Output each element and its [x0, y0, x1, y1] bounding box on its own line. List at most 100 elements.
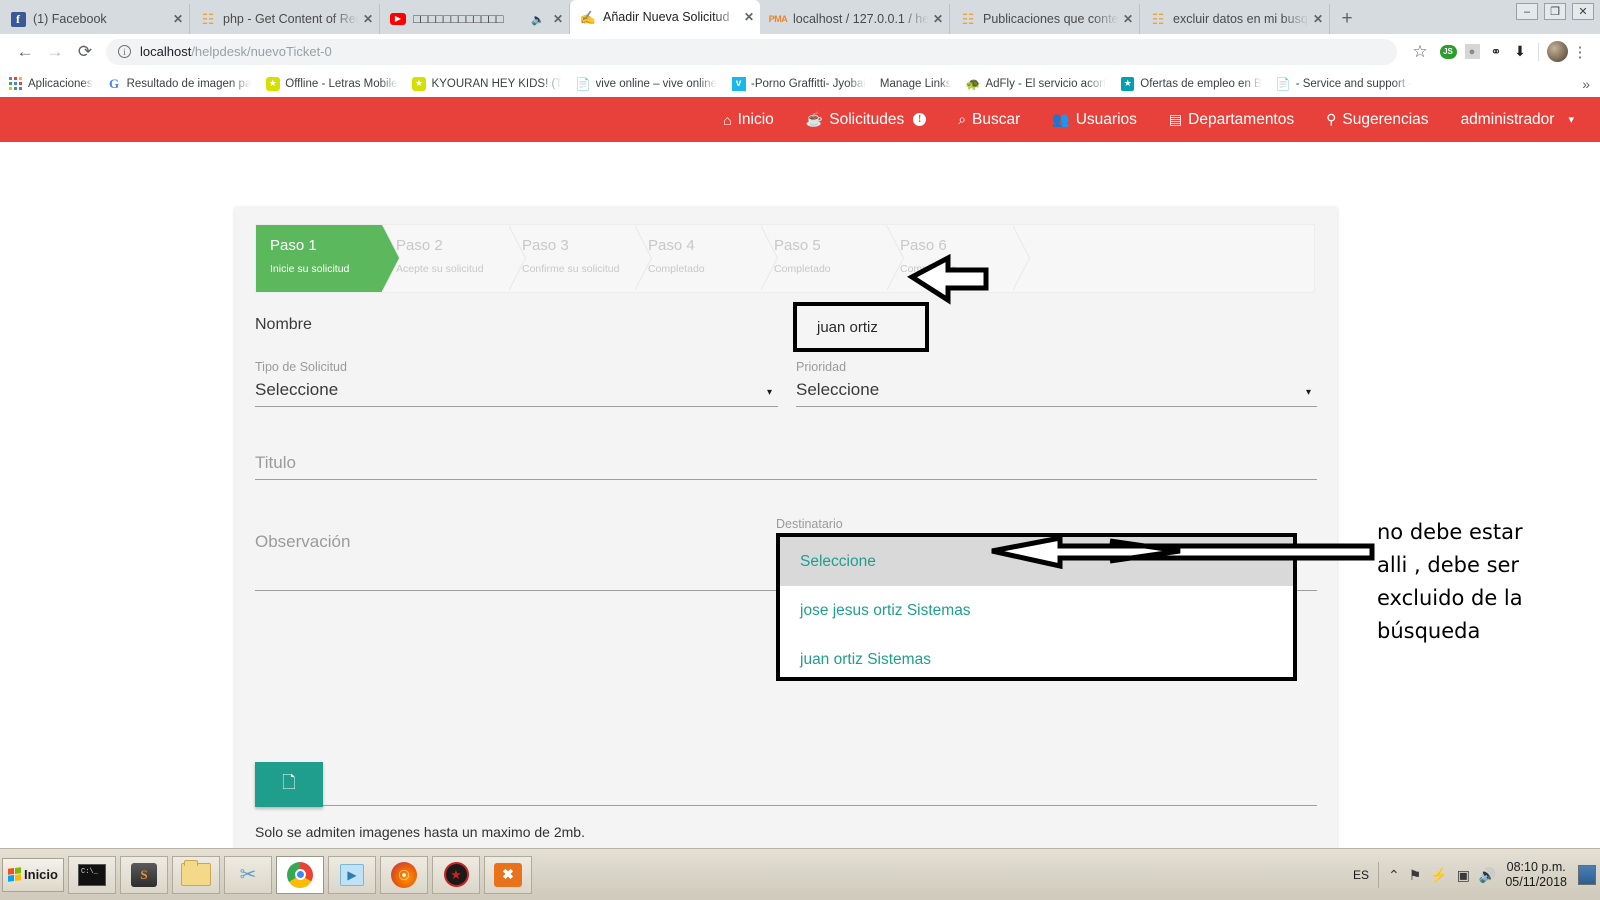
- site-info-icon[interactable]: i: [118, 45, 131, 58]
- dropdown-option-juan-ortiz[interactable]: juan ortiz Sistemas: [780, 635, 1293, 684]
- close-icon[interactable]: ✕: [933, 12, 943, 26]
- step-6[interactable]: Paso 6 Completado: [886, 225, 1030, 292]
- bookmark-star-icon[interactable]: ☆: [1405, 38, 1435, 66]
- shield-icon: ★: [443, 862, 469, 887]
- bookmark-item[interactable]: v -Porno Graffitti- Jyobai: [731, 76, 866, 91]
- browser-tab[interactable]: ▶ □□□□□□□□□□□□ 🔈 ✕: [380, 4, 570, 34]
- step-3[interactable]: Paso 3 Confirme su solicitud: [508, 225, 652, 292]
- google-icon: G: [109, 76, 120, 91]
- browser-tab[interactable]: ☷ excluir datos en mi busqueda ✕: [1140, 4, 1330, 34]
- step-title: Paso 6: [900, 237, 947, 254]
- forward-icon[interactable]: →: [40, 38, 70, 66]
- nombre-input[interactable]: juan ortiz: [793, 302, 929, 352]
- volume-icon[interactable]: 🔊: [1479, 867, 1496, 884]
- reload-icon[interactable]: ⟳: [70, 38, 100, 66]
- browser-tab[interactable]: f (1) Facebook ✕: [0, 4, 190, 34]
- nav-item-departamentos[interactable]: ▤ Departamentos: [1153, 97, 1310, 142]
- adfly-icon: 🐢: [965, 76, 981, 91]
- close-window-button[interactable]: ✕: [1572, 3, 1594, 20]
- nav-item-sugerencias[interactable]: ⚲ Sugerencias: [1310, 97, 1444, 142]
- bookmark-item[interactable]: 🐢 AdFly - El servicio acort: [965, 76, 1106, 91]
- molecule-extension-icon[interactable]: ⚭: [1485, 41, 1507, 63]
- close-icon[interactable]: ✕: [363, 12, 373, 26]
- browser-tab[interactable]: ☷ Publicaciones que contengan ✕: [950, 4, 1140, 34]
- taskbar-item-file-explorer[interactable]: [172, 855, 220, 894]
- nav-label: Inicio: [737, 110, 774, 128]
- browser-tab-active[interactable]: ✍ Añadir Nueva Solicitud ✕: [570, 0, 760, 34]
- address-bar[interactable]: i localhost/helpdesk/nuevoTicket-0: [106, 38, 1397, 65]
- lightbulb-icon: ⚲: [1326, 111, 1337, 127]
- step-2[interactable]: Paso 2 Acepte su solicitud: [382, 225, 526, 292]
- close-icon[interactable]: ✕: [1313, 12, 1323, 26]
- step-4[interactable]: Paso 4 Completado: [634, 225, 778, 292]
- close-icon[interactable]: ✕: [173, 12, 183, 26]
- prioridad-select[interactable]: Prioridad Seleccione ▾: [796, 360, 1317, 407]
- plug-icon[interactable]: ⚡: [1430, 867, 1447, 884]
- language-indicator[interactable]: ES: [1353, 868, 1369, 882]
- ticket-form-card: Paso 1 Inicie su solicitud Paso 2 Acepte…: [235, 207, 1337, 848]
- bookmark-label: Offline - Letras Mobile: [285, 77, 398, 90]
- new-tab-button[interactable]: +: [1330, 4, 1364, 34]
- mute-icon[interactable]: 🔈: [531, 13, 545, 26]
- bookmark-item[interactable]: 📄 vive online – vive online: [576, 76, 717, 91]
- start-button[interactable]: Inicio: [2, 857, 64, 892]
- dropdown-option-jose-jesus-ortiz[interactable]: jose jesus ortiz Sistemas: [780, 586, 1293, 635]
- step-5[interactable]: Paso 5 Completado: [760, 225, 904, 292]
- step-title: Paso 5: [774, 237, 821, 254]
- url-path: /helpdesk/nuevoTicket-0: [191, 44, 332, 59]
- bookmark-item[interactable]: ★ KYOURAN HEY KIDS! (T: [412, 76, 562, 91]
- bookmark-item[interactable]: Manage Links: [880, 78, 952, 90]
- chrome-menu-icon[interactable]: ⋮: [1570, 43, 1590, 61]
- taskbar-item-media-player[interactable]: ▶: [328, 855, 376, 894]
- prioridad-value: Seleccione: [796, 380, 880, 399]
- bookmark-item[interactable]: Aplicaciones: [8, 76, 93, 91]
- taskbar-item-xampp[interactable]: ✖: [484, 855, 532, 894]
- taskbar-item-snipping-tool[interactable]: ✂: [224, 855, 272, 894]
- file-upload-button[interactable]: 🗋: [255, 762, 323, 807]
- flag-icon[interactable]: ⚑: [1409, 867, 1422, 884]
- show-desktop-button[interactable]: [1578, 865, 1596, 885]
- nav-item-solicitudes[interactable]: ☕ Solicitudes !: [790, 97, 942, 142]
- dropdown-option-seleccione[interactable]: Seleccione: [780, 537, 1293, 586]
- back-icon[interactable]: ←: [10, 38, 40, 66]
- minimize-button[interactable]: –: [1516, 3, 1538, 20]
- taskbar-item-google-chrome[interactable]: [276, 855, 324, 894]
- nav-item-usuarios[interactable]: 👥 Usuarios: [1036, 97, 1153, 142]
- destinatario-dropdown[interactable]: Seleccione jose jesus ortiz Sistemas jua…: [776, 533, 1297, 681]
- clock[interactable]: 08:10 p.m. 05/11/2018: [1505, 860, 1567, 890]
- bookmark-item[interactable]: G Resultado de imagen pa: [107, 76, 251, 91]
- ticket-icon: ☕: [805, 111, 824, 127]
- step-subtitle: Completado: [774, 263, 831, 275]
- step-1[interactable]: Paso 1 Inicie su solicitud: [256, 225, 400, 292]
- browser-tab[interactable]: ☷ php - Get Content of Remote ✕: [190, 4, 380, 34]
- browser-tab[interactable]: PMA localhost / 127.0.0.1 / helpd ✕: [760, 4, 950, 34]
- taskbar-item-antivirus[interactable]: ★: [432, 855, 480, 894]
- taskbar-item-command-prompt[interactable]: C:\_: [68, 855, 116, 894]
- annotation-line-2: alli , debe ser: [1377, 553, 1520, 577]
- bookmark-item[interactable]: ★ Ofertas de empleo en B: [1120, 76, 1262, 91]
- chevron-down-icon[interactable]: ▾: [1306, 387, 1311, 398]
- javascript-toggle-icon[interactable]: JS: [1437, 41, 1459, 63]
- close-icon[interactable]: ✕: [553, 12, 563, 26]
- nav-item-inicio[interactable]: ⌂ Inicio: [707, 97, 790, 142]
- nav-item-user-menu[interactable]: administrador ▾: [1445, 97, 1590, 142]
- close-icon[interactable]: ✕: [1123, 12, 1133, 26]
- network-icon[interactable]: ▣: [1457, 867, 1470, 884]
- taskbar-item-firefox[interactable]: ⦿: [380, 855, 428, 894]
- tray-divider: [1377, 862, 1379, 888]
- bookmarks-overflow-icon[interactable]: »: [1582, 76, 1590, 92]
- close-icon[interactable]: ✕: [744, 10, 754, 24]
- chevron-down-icon[interactable]: ▾: [767, 387, 772, 398]
- maximize-button[interactable]: ❐: [1544, 3, 1566, 20]
- avatar[interactable]: [1546, 41, 1568, 63]
- titulo-field[interactable]: Titulo: [255, 431, 1317, 480]
- file-upload-row: 🗋: [255, 762, 1317, 807]
- taskbar-item-sublime-text[interactable]: S: [120, 855, 168, 894]
- bookmark-item[interactable]: 📄 - Service and support -: [1276, 76, 1412, 91]
- nav-item-buscar[interactable]: ⌕ Buscar: [942, 97, 1036, 142]
- bookmark-item[interactable]: ★ Offline - Letras Mobile: [265, 76, 398, 91]
- download-extension-icon[interactable]: ⬇: [1509, 41, 1531, 63]
- tipo-select[interactable]: Tipo de Solicitud Seleccione ▾: [255, 360, 778, 407]
- chevron-up-icon[interactable]: ⌃: [1388, 867, 1400, 884]
- person-extension-icon[interactable]: ●: [1461, 41, 1483, 63]
